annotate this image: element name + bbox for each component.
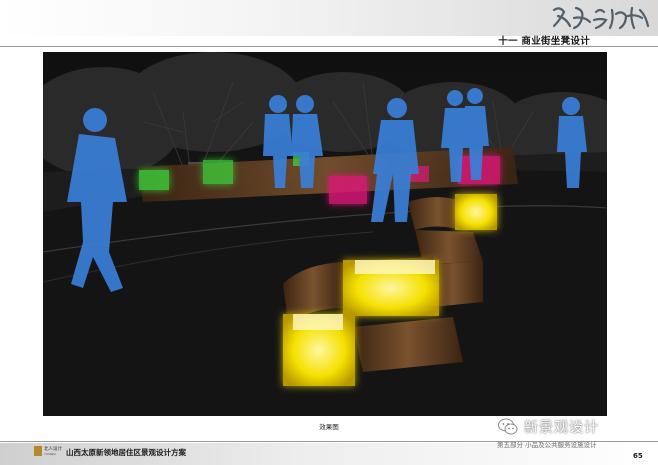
night-render-image <box>43 52 607 416</box>
company-logo: 北人设计 YUANJIA <box>34 446 64 460</box>
calligraphy-logo <box>548 2 656 32</box>
wechat-icon <box>498 418 518 436</box>
document-page: 十一 商业街坐凳设计 效果图 北人设计 YUANJIA 山西太原新领地居住区景观… <box>0 0 658 465</box>
section-title: 十一 商业街坐凳设计 <box>498 36 590 47</box>
project-title: 山西太原新领地居住区景观设计方案 <box>66 448 186 457</box>
company-name-en: YUANJIA <box>44 452 57 456</box>
page-number: 65 <box>633 452 643 460</box>
watermark-text: 新景观设计 <box>524 420 599 436</box>
part-title: 第五部分 小品及公共服务设施设计 <box>497 441 597 449</box>
header-rule <box>0 46 658 47</box>
watermark: 新景观设计 <box>498 416 599 438</box>
company-mark-icon <box>34 446 42 456</box>
